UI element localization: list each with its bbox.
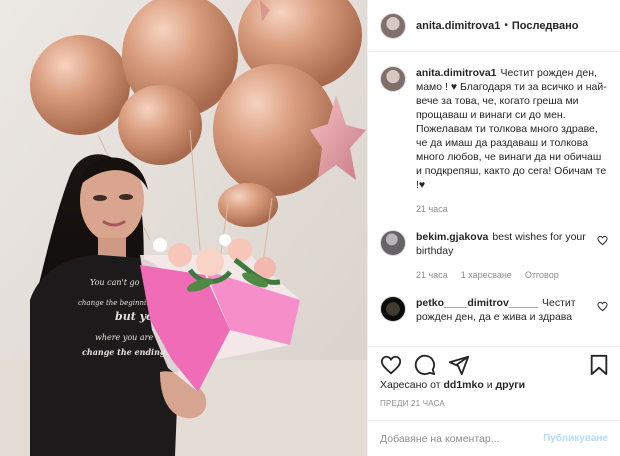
likes-prefix: Харесано от bbox=[380, 379, 441, 391]
svg-text:change the beginning: change the beginning bbox=[78, 299, 156, 307]
comment: petko____dimitrov_____ Честит рожден ден,… bbox=[380, 296, 608, 324]
comment-input[interactable] bbox=[380, 432, 544, 445]
likes-others-link[interactable]: други bbox=[496, 379, 526, 391]
svg-text:You can't go: You can't go bbox=[90, 278, 140, 287]
caption-body: anita.dimitrova1 Честит рожден ден, мамо … bbox=[416, 66, 608, 216]
post-photo[interactable]: You can't go change the beginning but yo… bbox=[0, 0, 367, 456]
action-bar bbox=[368, 346, 620, 377]
svg-text:where you are: where you are bbox=[95, 333, 153, 342]
commenter-avatar[interactable] bbox=[380, 230, 406, 256]
comment-meta: 21 часа 1 харесване Отговор bbox=[416, 268, 591, 282]
reply-button[interactable]: Отговор bbox=[525, 268, 559, 282]
comment-heart-icon[interactable] bbox=[597, 235, 608, 246]
svg-text:change the ending.: change the ending. bbox=[82, 347, 168, 357]
caption-avatar[interactable] bbox=[380, 66, 406, 92]
post-side-panel: anita.dimitrova1 • Последвано anita.dimi… bbox=[367, 0, 620, 456]
post-timestamp: ПРЕДИ 21 ЧАСА bbox=[380, 399, 445, 408]
comment-time: 21 часа bbox=[416, 270, 448, 280]
caption: anita.dimitrova1 Честит рожден ден, мамо … bbox=[380, 66, 608, 216]
post-header: anita.dimitrova1 • Последвано bbox=[368, 0, 620, 52]
caption-username[interactable]: anita.dimitrova1 bbox=[416, 67, 497, 79]
commenter-avatar[interactable] bbox=[380, 296, 406, 322]
header-text: anita.dimitrova1 • Последвано bbox=[416, 20, 579, 32]
comments-list[interactable]: anita.dimitrova1 Честит рожден ден, мамо … bbox=[368, 53, 620, 345]
comment-icon[interactable] bbox=[414, 354, 436, 376]
likes-connector: и bbox=[486, 379, 493, 391]
liked-by-user[interactable]: dd1mko bbox=[444, 379, 484, 391]
comment-username[interactable]: bekim.gjakova bbox=[416, 231, 488, 243]
add-comment-bar: Публикуване bbox=[368, 420, 620, 456]
heart-icon[interactable] bbox=[380, 354, 402, 376]
comment-username[interactable]: petko____dimitrov_____ bbox=[416, 297, 538, 309]
instagram-post: You can't go change the beginning but yo… bbox=[0, 0, 620, 456]
caption-text: Честит рожден ден, мамо ! ♥ Благодаря ти… bbox=[416, 67, 607, 191]
photo-illustration: You can't go change the beginning but yo… bbox=[0, 0, 367, 456]
caption-meta: 21 часа bbox=[416, 202, 608, 216]
bookmark-icon[interactable] bbox=[588, 354, 610, 376]
publish-button[interactable]: Публикуване bbox=[543, 433, 608, 444]
author-avatar[interactable] bbox=[380, 12, 406, 39]
comment: bekim.gjakova best wishes for your birthd… bbox=[380, 230, 608, 282]
comment-likes[interactable]: 1 харесване bbox=[461, 268, 512, 282]
author-username[interactable]: anita.dimitrova1 bbox=[416, 20, 500, 32]
header-separator: • bbox=[504, 20, 508, 31]
share-icon[interactable] bbox=[448, 354, 470, 376]
comment-heart-icon[interactable] bbox=[597, 301, 608, 312]
caption-time: 21 часа bbox=[416, 204, 448, 214]
likes-summary: Харесано от dd1mko и други bbox=[380, 379, 525, 391]
comment-body: petko____dimitrov_____ Честит рожден ден,… bbox=[416, 296, 591, 324]
following-button[interactable]: Последвано bbox=[512, 20, 579, 32]
comment-body: bekim.gjakova best wishes for your birthd… bbox=[416, 230, 591, 282]
